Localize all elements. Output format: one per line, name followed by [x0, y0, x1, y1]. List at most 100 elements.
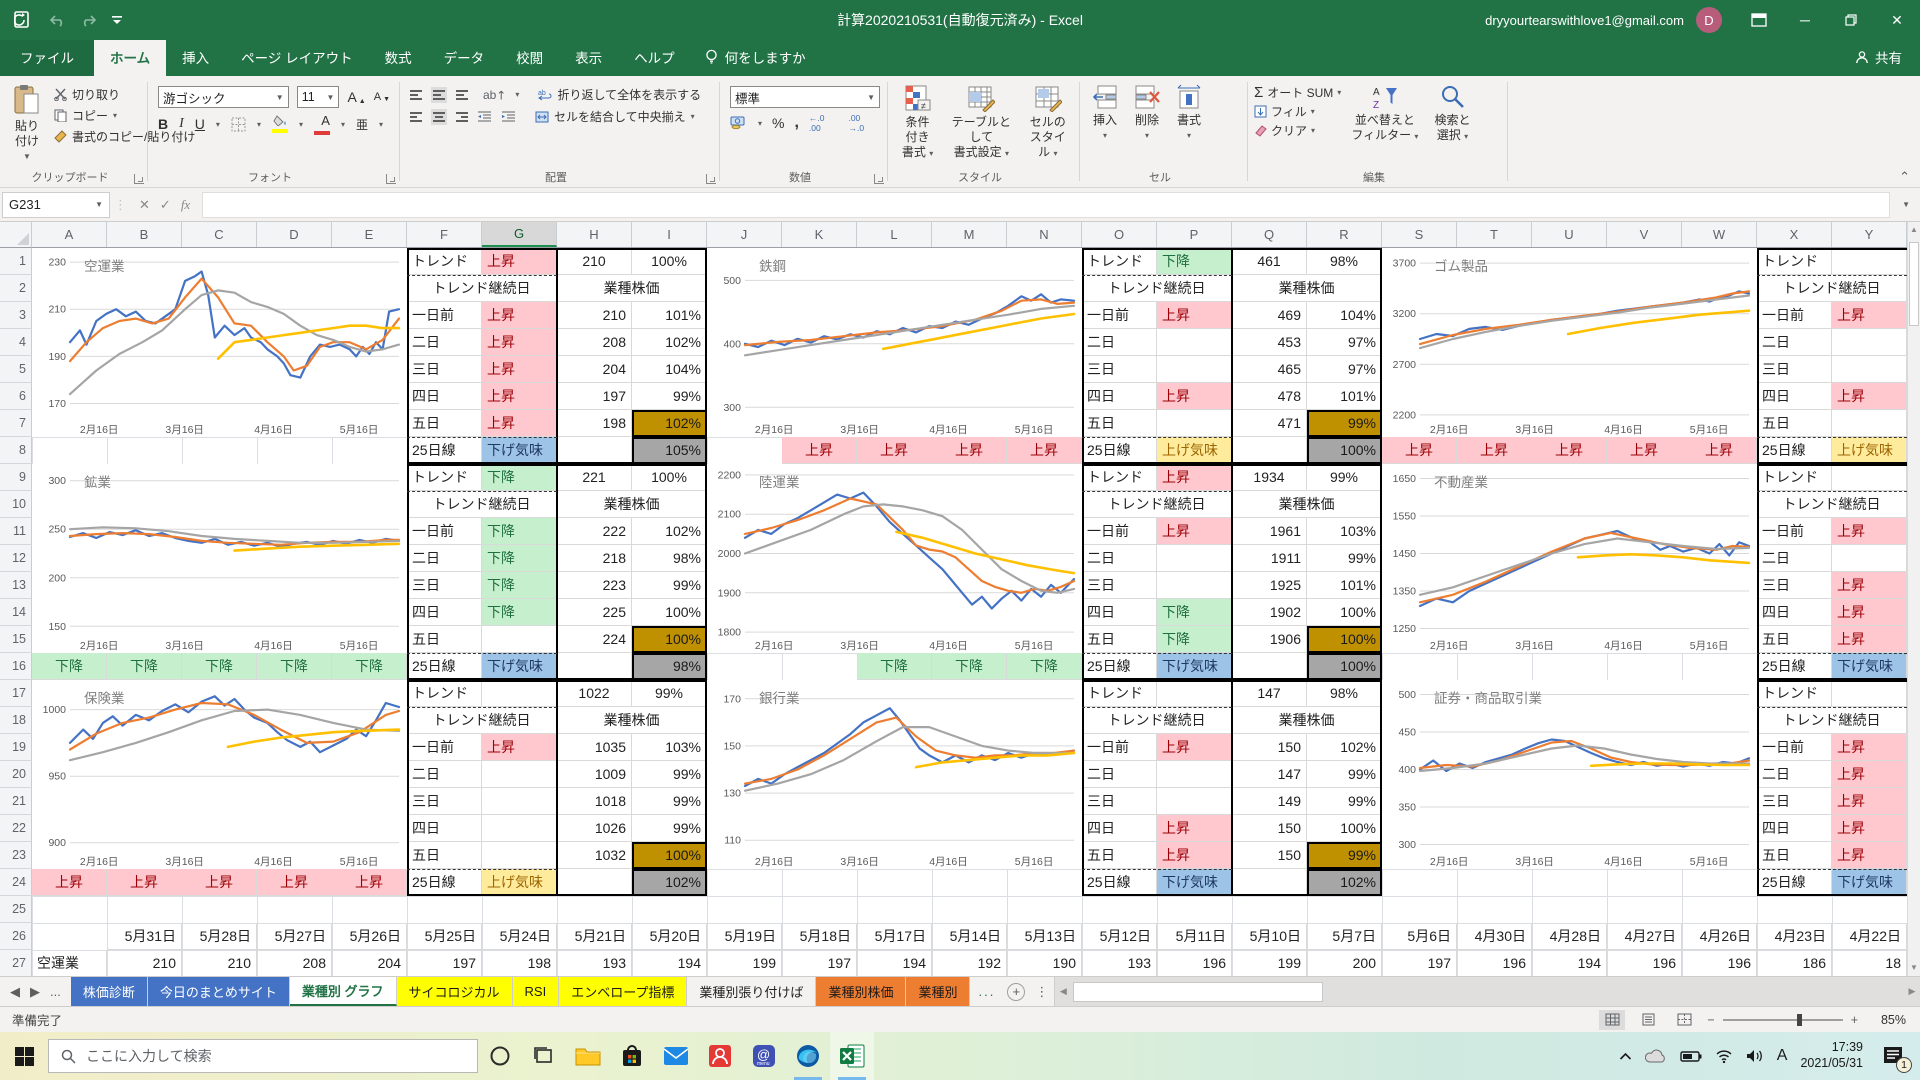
day-status[interactable]: 上昇 — [482, 356, 557, 383]
row-header-16[interactable]: 16 — [0, 653, 32, 680]
row-header-7[interactable]: 7 — [0, 410, 32, 437]
column-header-K[interactable]: K — [782, 222, 857, 247]
column-header-V[interactable]: V — [1607, 222, 1682, 247]
day-value[interactable]: 1035 — [557, 734, 632, 761]
enter-formula-icon[interactable]: ✓ — [160, 197, 171, 213]
trend-status[interactable]: 下降 — [482, 464, 557, 491]
font-dialog-launcher-icon[interactable] — [386, 174, 396, 184]
day-label[interactable]: 二日 — [1082, 545, 1157, 572]
value-cell[interactable]: 18 — [1832, 950, 1907, 976]
day-value[interactable]: 1925 — [1232, 572, 1307, 599]
trend-price[interactable]: 210 — [557, 248, 632, 275]
column-header-T[interactable]: T — [1457, 222, 1532, 247]
trend-pct[interactable]: 98% — [1307, 680, 1382, 707]
column-header-O[interactable]: O — [1082, 222, 1157, 247]
trend-status[interactable] — [1157, 680, 1232, 707]
sheet-tab-今日のまとめサイト[interactable]: 今日のまとめサイト — [148, 977, 290, 1006]
autosave-icon[interactable] — [14, 11, 34, 29]
trend-badge[interactable]: 下降 — [182, 653, 257, 680]
ma25-status[interactable]: 下げ気味 — [1832, 869, 1907, 896]
row-header-2[interactable]: 2 — [0, 275, 32, 302]
day-status[interactable]: 上昇 — [482, 302, 557, 329]
day-pct[interactable]: 99% — [1307, 788, 1382, 815]
row-header-20[interactable]: 20 — [0, 761, 32, 788]
alignment-dialog-launcher-icon[interactable] — [706, 174, 716, 184]
trend-badge[interactable]: 上昇 — [332, 869, 407, 896]
trend-label[interactable]: トレンド — [1757, 464, 1832, 491]
ime-indicator[interactable]: A — [1777, 1047, 1788, 1065]
day-value[interactable]: 204 — [557, 356, 632, 383]
row-header-8[interactable]: 8 — [0, 437, 32, 464]
day-label[interactable]: 三日 — [1757, 572, 1832, 599]
trend-days-header[interactable]: トレンド継続日 — [407, 275, 557, 302]
trend-badge[interactable]: 上昇 — [932, 437, 1007, 464]
tab-options-icon[interactable]: ⋮ — [1029, 977, 1054, 1006]
zoom-in-icon[interactable]: + — [1851, 1013, 1858, 1027]
day-pct[interactable]: 100% — [632, 599, 707, 626]
day-value[interactable]: 225 — [557, 599, 632, 626]
day-status[interactable] — [482, 842, 557, 869]
expand-formula-bar-icon[interactable]: ▼ — [1894, 200, 1918, 209]
format-as-table-button[interactable]: テーブルとして書式設定 ▾ — [943, 80, 1020, 164]
italic-button[interactable]: I — [179, 116, 184, 132]
chevron-up-icon[interactable] — [1619, 1052, 1632, 1061]
trend-status[interactable]: 上昇 — [482, 248, 557, 275]
value-cell[interactable]: 194 — [632, 950, 707, 976]
trend-pct[interactable]: 99% — [1307, 464, 1382, 491]
trend-badge[interactable]: 上昇 — [1382, 437, 1457, 464]
trend-days-header[interactable]: トレンド継続日 — [1757, 275, 1907, 302]
chart-鉱業[interactable]: 3002502001502月16日3月16日4月16日5月16日鉱業 — [32, 464, 407, 653]
day-pct[interactable]: 99% — [632, 788, 707, 815]
day-value[interactable]: 471 — [1232, 410, 1307, 437]
value-cell[interactable]: 196 — [1682, 950, 1757, 976]
column-header-I[interactable]: I — [632, 222, 707, 247]
ma25-label[interactable]: 25日線 — [1757, 869, 1832, 896]
day-pct[interactable]: 99% — [1307, 545, 1382, 572]
value-cell[interactable]: 208 — [257, 950, 332, 976]
day-label[interactable]: 五日 — [1757, 410, 1832, 437]
fill-button[interactable]: フィル ▾ — [1254, 103, 1341, 120]
value-cell[interactable]: 197 — [1382, 950, 1457, 976]
column-header-P[interactable]: P — [1157, 222, 1232, 247]
vertical-scrollbar[interactable]: ▲ ▼ — [1907, 222, 1920, 976]
day-status[interactable] — [482, 815, 557, 842]
cancel-formula-icon[interactable]: ✕ — [139, 197, 150, 213]
date-cell[interactable]: 4月27日 — [1607, 923, 1682, 950]
align-left-icon[interactable] — [410, 110, 422, 124]
day-status[interactable]: 上昇 — [1157, 302, 1232, 329]
sheet-tab-RSI[interactable]: RSI — [513, 977, 560, 1006]
day-label[interactable]: 一日前 — [1082, 518, 1157, 545]
fill-color-button[interactable] — [272, 115, 288, 133]
insert-cells-button[interactable]: 挿入▾ — [1084, 80, 1126, 144]
trend-pct[interactable]: 98% — [1307, 248, 1382, 275]
ma25-pct[interactable]: 98% — [632, 653, 707, 680]
trend-badge[interactable]: 上昇 — [1607, 437, 1682, 464]
date-cell[interactable]: 5月13日 — [1007, 923, 1082, 950]
taskbar-clock[interactable]: 17:39 2021/05/31 — [1800, 1040, 1863, 1071]
day-status[interactable]: 上昇 — [1832, 572, 1907, 599]
day-value[interactable]: 1911 — [1232, 545, 1307, 572]
date-cell[interactable]: 5月31日 — [107, 923, 182, 950]
trend-status[interactable] — [482, 680, 557, 707]
trend-badge[interactable]: 下降 — [332, 653, 407, 680]
row-header-13[interactable]: 13 — [0, 572, 32, 599]
page-layout-view-icon[interactable] — [1635, 1010, 1661, 1030]
ma25-label[interactable]: 25日線 — [1757, 437, 1832, 464]
column-header-D[interactable]: D — [257, 222, 332, 247]
day-status[interactable]: 上昇 — [482, 734, 557, 761]
trend-badge[interactable]: 下降 — [107, 653, 182, 680]
date-cell[interactable]: 5月7日 — [1307, 923, 1382, 950]
page-break-view-icon[interactable] — [1671, 1010, 1697, 1030]
trend-badge[interactable]: 上昇 — [1682, 437, 1757, 464]
value-cell[interactable]: 210 — [182, 950, 257, 976]
day-label[interactable]: 三日 — [407, 788, 482, 815]
day-status[interactable]: 上昇 — [482, 410, 557, 437]
value-cell[interactable]: 193 — [1082, 950, 1157, 976]
orientation-icon[interactable]: ab↗ — [483, 88, 506, 102]
row-header-26[interactable]: 26 — [0, 923, 32, 950]
redo-icon[interactable] — [80, 13, 98, 27]
ma25-pct[interactable]: 100% — [1307, 653, 1382, 680]
day-status[interactable] — [1157, 788, 1232, 815]
day-status[interactable] — [1157, 572, 1232, 599]
day-pct[interactable]: 101% — [1307, 572, 1382, 599]
